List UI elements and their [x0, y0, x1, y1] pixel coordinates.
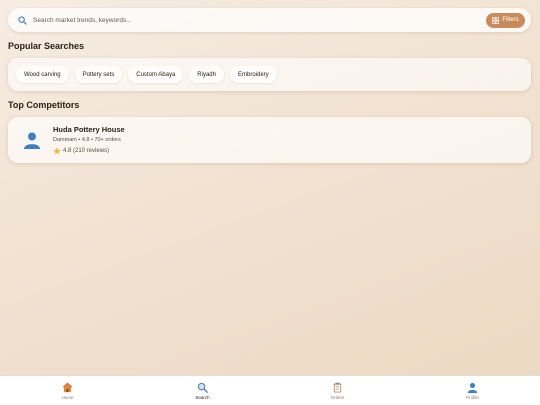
clipboard-icon: [332, 382, 343, 393]
popular-searches-card: Wood carving Pottery sets Custom Abaya R…: [8, 58, 531, 91]
chip-custom-abaya[interactable]: Custom Abaya: [128, 66, 184, 83]
popular-searches-title: Popular Searches: [8, 41, 85, 51]
grid-icon: [492, 16, 500, 24]
nav-label-home: Home: [61, 394, 74, 400]
profile-avatar-icon: [22, 130, 42, 150]
bottom-nav: Home Search Orders Profile: [0, 375, 540, 405]
competitor-name: Huda Pottery House: [53, 125, 125, 134]
search-bar: Filters: [8, 8, 531, 32]
competitor-rating: 4.8 (210 reviews): [53, 147, 125, 155]
chip-pottery-sets[interactable]: Pottery sets: [74, 66, 123, 83]
home-icon: [62, 382, 73, 393]
nav-item-profile[interactable]: Profile: [405, 376, 540, 405]
chip-riyadh[interactable]: Riyadh: [189, 66, 224, 83]
filters-button[interactable]: Filters: [486, 12, 525, 28]
nav-item-search[interactable]: Search: [135, 376, 270, 405]
nav-label-search: Search: [195, 394, 210, 400]
search-input[interactable]: [33, 16, 486, 24]
chip-embroidery[interactable]: Embroidery: [229, 66, 277, 83]
competitor-rating-text: 4.8 (210 reviews): [63, 148, 110, 154]
top-competitors-title: Top Competitors: [8, 100, 80, 110]
nav-item-orders[interactable]: Orders: [270, 376, 405, 405]
filters-label: Filters: [502, 17, 519, 23]
nav-item-home[interactable]: Home: [0, 376, 135, 405]
chip-wood-carving[interactable]: Wood carving: [16, 66, 69, 83]
search-icon: [16, 14, 28, 26]
competitor-meta: Dammam • 4.8 • 70+ orders: [53, 137, 121, 143]
competitor-info: Huda Pottery House Dammam • 4.8 • 70+ or…: [53, 125, 125, 155]
competitor-card[interactable]: Huda Pottery House Dammam • 4.8 • 70+ or…: [8, 117, 531, 163]
nav-label-profile: Profile: [466, 394, 479, 400]
nav-label-orders: Orders: [330, 394, 345, 400]
search-icon: [197, 382, 208, 393]
star-icon: [53, 147, 61, 155]
profile-icon: [467, 382, 478, 393]
